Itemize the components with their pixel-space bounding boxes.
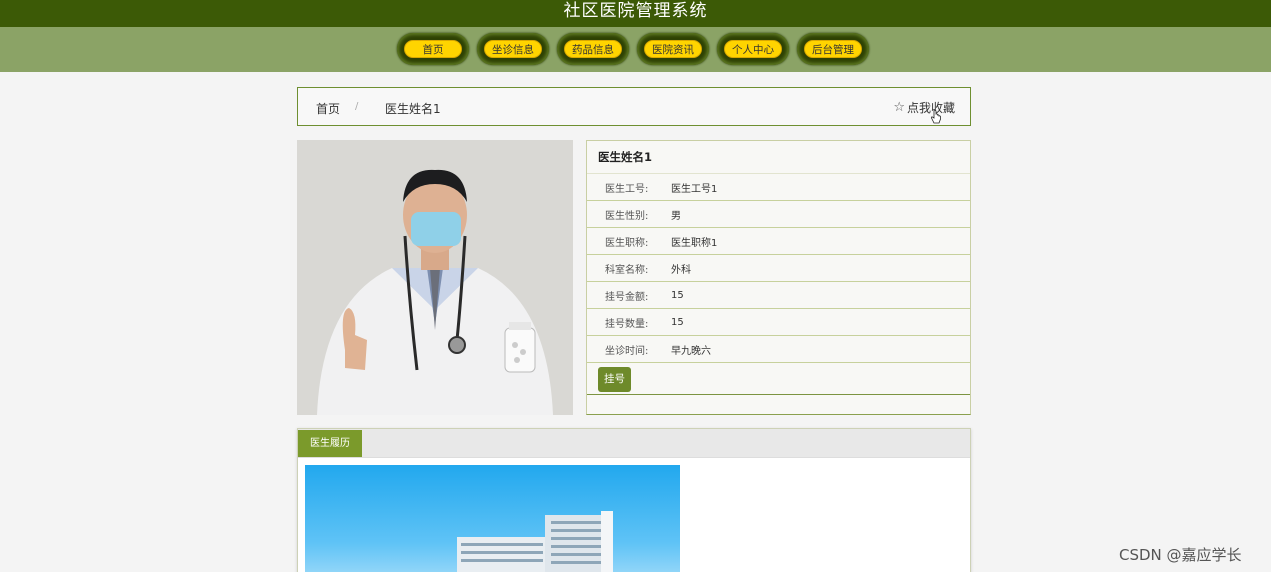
- info-row-title: 医生职称: 医生职称1: [587, 228, 970, 255]
- doctor-photo: [297, 140, 573, 415]
- site-title: 社区医院管理系统: [563, 1, 708, 21]
- register-button-row: 挂号: [587, 363, 970, 395]
- info-row-quota: 挂号数量: 15: [587, 309, 970, 336]
- breadcrumb-current: 医生姓名1: [385, 102, 441, 116]
- info-label: 医生工号:: [605, 183, 649, 195]
- info-label: 科室名称:: [605, 264, 649, 276]
- info-value: 外科: [671, 264, 691, 276]
- hospital-building-image: [305, 465, 680, 572]
- nav-item-label: 医院资讯: [644, 40, 702, 58]
- nav-item-home[interactable]: 首页: [397, 33, 469, 65]
- info-value: 男: [671, 210, 681, 222]
- nav-item-label: 个人中心: [724, 40, 782, 58]
- nav-item-medicine-info[interactable]: 药品信息: [557, 33, 629, 65]
- tab-bar: 医生履历: [298, 429, 970, 458]
- tab-doctor-resume[interactable]: 医生履历: [298, 430, 362, 457]
- favorite-button[interactable]: ☆ 点我收藏: [893, 99, 955, 116]
- info-row-hours: 坐诊时间: 早九晚六: [587, 336, 970, 363]
- info-row-fee: 挂号金额: 15: [587, 282, 970, 309]
- building-figure: [457, 511, 613, 572]
- nav-item-label: 药品信息: [564, 40, 622, 58]
- nav-item-consultation-info[interactable]: 坐诊信息: [477, 33, 549, 65]
- nav-item-personal-center[interactable]: 个人中心: [717, 33, 789, 65]
- register-button[interactable]: 挂号: [598, 367, 631, 392]
- doctor-name: 医生姓名1: [587, 141, 970, 174]
- doctor-info-panel: 医生姓名1 医生工号: 医生工号1 医生性别: 男 医生职称: 医生职称1 科室名称:…: [586, 140, 971, 415]
- info-label: 医生性别:: [605, 210, 649, 222]
- breadcrumb-home-link[interactable]: 首页: [316, 100, 340, 117]
- breadcrumb-separator: /: [355, 101, 359, 112]
- nav-item-label: 坐诊信息: [484, 40, 542, 58]
- info-value: 15: [671, 289, 684, 301]
- nav-item-label: 首页: [404, 40, 462, 58]
- info-row-id: 医生工号: 医生工号1: [587, 174, 970, 201]
- nav-menu: 首页 坐诊信息 药品信息 医院资讯 个人中心 后台管理: [397, 33, 869, 65]
- info-row-gender: 医生性别: 男: [587, 201, 970, 228]
- star-icon: ☆: [893, 100, 905, 115]
- info-value: 15: [671, 316, 684, 328]
- info-value: 医生职称1: [671, 237, 718, 249]
- hand-cursor-icon: [930, 110, 941, 124]
- doctor-figure: [297, 140, 573, 415]
- nav-item-label: 后台管理: [804, 40, 862, 58]
- info-value: 早九晚六: [671, 345, 711, 357]
- breadcrumb: 首页 / 医生姓名1 ☆ 点我收藏: [297, 87, 971, 126]
- nav-item-admin[interactable]: 后台管理: [797, 33, 869, 65]
- nav-item-hospital-news[interactable]: 医院资讯: [637, 33, 709, 65]
- info-label: 挂号金额:: [605, 291, 649, 303]
- watermark-text: CSDN @嘉应学长: [1119, 546, 1242, 564]
- info-label: 坐诊时间:: [605, 345, 649, 357]
- main-nav-bar: 首页 坐诊信息 药品信息 医院资讯 个人中心 后台管理: [0, 27, 1271, 72]
- top-header-bar: 社区医院管理系统: [0, 0, 1271, 27]
- info-label: 挂号数量:: [605, 318, 649, 330]
- info-label: 医生职称:: [605, 237, 649, 249]
- info-row-department: 科室名称: 外科: [587, 255, 970, 282]
- detail-tabs: 医生履历: [297, 428, 971, 572]
- info-value: 医生工号1: [671, 183, 718, 195]
